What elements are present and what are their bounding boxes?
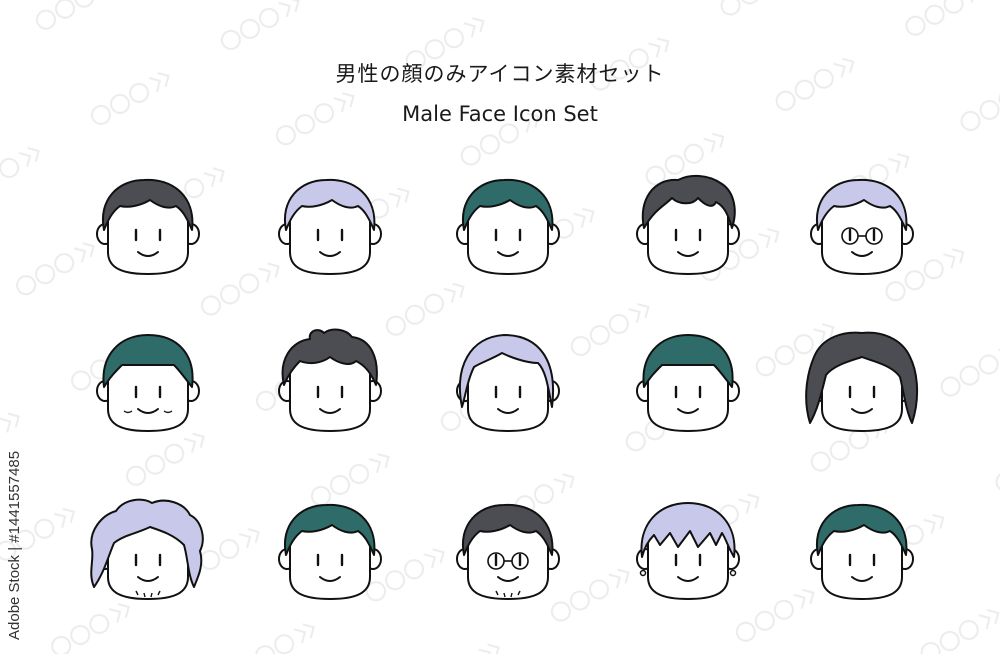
face-icon (802, 327, 922, 437)
face-icon (448, 327, 568, 437)
face-drawing (636, 334, 740, 433)
face-drawing (90, 498, 204, 601)
face-icon (628, 327, 748, 437)
face-drawing (456, 503, 560, 601)
face-drawing (278, 503, 382, 601)
face-drawing (456, 334, 560, 433)
face-icon (802, 170, 922, 280)
face-drawing (805, 331, 919, 433)
face-icon (88, 495, 208, 605)
face-icon (270, 495, 390, 605)
face-icon (628, 495, 748, 605)
face-icon (448, 170, 568, 280)
face-icon-grid (0, 0, 1000, 654)
face-icon (88, 327, 208, 437)
face-icon (802, 495, 922, 605)
face-drawing (636, 502, 740, 601)
face-icon (88, 170, 208, 280)
face-drawing (810, 178, 914, 276)
face-drawing (278, 328, 382, 433)
face-icon (448, 495, 568, 605)
face-drawing (810, 503, 914, 601)
face-drawing (96, 178, 200, 276)
face-drawing (456, 178, 560, 276)
face-drawing (636, 174, 740, 276)
face-drawing (96, 334, 200, 433)
face-icon (270, 170, 390, 280)
face-drawing (278, 178, 382, 276)
face-icon (628, 170, 748, 280)
face-icon (270, 327, 390, 437)
